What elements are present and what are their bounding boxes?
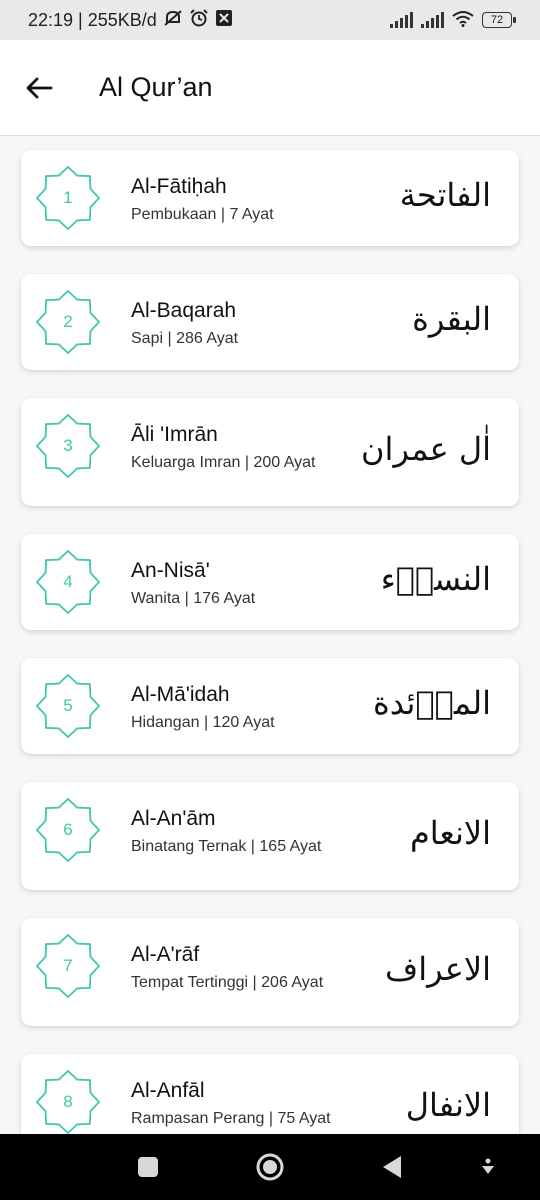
surah-name: Al-An'ām bbox=[131, 807, 216, 830]
surah-number: 8 bbox=[63, 1092, 73, 1111]
surah-text: An-Nisā' Wanita | 176 Ayat bbox=[131, 558, 331, 610]
surah-card[interactable]: 1 Al-Fātiḥah Pembukaan | 7 Ayat الفاتحة bbox=[21, 150, 519, 246]
surah-meta: Keluarga Imran | 200 Ayat bbox=[131, 454, 316, 471]
surah-name: Al-Baqarah bbox=[131, 299, 237, 322]
surah-text: Al-Anfāl Rampasan Perang | 75 Ayat bbox=[131, 1078, 331, 1130]
surah-arabic-name: الانفال bbox=[405, 1086, 491, 1124]
surah-text: Al-Mā'idah Hidangan | 120 Ayat bbox=[131, 682, 331, 734]
surah-number: 2 bbox=[63, 312, 73, 331]
surah-arabic-name: الاعراف bbox=[385, 950, 491, 988]
home-button[interactable] bbox=[255, 1152, 285, 1182]
signal-icon bbox=[421, 12, 444, 28]
surah-arabic-name: الماۤئدة bbox=[372, 684, 491, 722]
square-recents-icon bbox=[138, 1157, 158, 1177]
surah-number-badge: 2 bbox=[35, 289, 101, 355]
app-bar: Al Qur’an bbox=[0, 40, 540, 136]
surah-meta: Pembukaan | 7 Ayat bbox=[131, 206, 274, 223]
battery-icon: 72 bbox=[482, 12, 516, 28]
surah-text: Al-Baqarah Sapi | 286 Ayat bbox=[131, 298, 331, 350]
surah-arabic-name: الانعام bbox=[409, 814, 491, 852]
accessibility-icon bbox=[482, 1158, 494, 1174]
surah-name: Al-Fātiḥah bbox=[131, 175, 227, 198]
surah-number: 5 bbox=[63, 696, 73, 715]
surah-meta: Tempat Tertinggi | 206 Ayat bbox=[131, 974, 324, 991]
mute-bell-icon bbox=[163, 9, 183, 31]
surah-card[interactable]: 7 Al-A'rāf Tempat Tertinggi | 206 Ayat ا… bbox=[21, 918, 519, 1026]
status-left: 22:19 | 255KB/d bbox=[28, 9, 233, 31]
system-nav-bar bbox=[0, 1134, 540, 1200]
surah-text: Al-A'rāf Tempat Tertinggi | 206 Ayat bbox=[131, 942, 331, 994]
surah-number-badge: 8 bbox=[35, 1069, 101, 1134]
surah-arabic-name: النساۤء bbox=[380, 560, 491, 598]
surah-number: 7 bbox=[63, 956, 73, 975]
surah-name: An-Nisā' bbox=[131, 559, 210, 582]
box-x-icon bbox=[215, 9, 233, 31]
surah-number: 3 bbox=[63, 436, 73, 455]
back-nav-button[interactable] bbox=[380, 1152, 404, 1182]
surah-card[interactable]: 6 Al-An'ām Binatang Ternak | 165 Ayat ال… bbox=[21, 782, 519, 890]
surah-number-badge: 1 bbox=[35, 165, 101, 231]
surah-card[interactable]: 5 Al-Mā'idah Hidangan | 120 Ayat الماۤئد… bbox=[21, 658, 519, 754]
surah-text: Al-Fātiḥah Pembukaan | 7 Ayat bbox=[131, 174, 331, 226]
surah-card[interactable]: 2 Al-Baqarah Sapi | 286 Ayat البقرة bbox=[21, 274, 519, 370]
page-title: Al Qur’an bbox=[99, 72, 213, 102]
surah-number-badge: 3 bbox=[35, 413, 101, 479]
surah-number-badge: 4 bbox=[35, 549, 101, 615]
surah-name: Al-Mā'idah bbox=[131, 683, 230, 706]
surah-number-badge: 7 bbox=[35, 933, 101, 999]
surah-card[interactable]: 4 An-Nisā' Wanita | 176 Ayat النساۤء bbox=[21, 534, 519, 630]
surah-arabic-name: اٰل عمران bbox=[361, 430, 491, 468]
surah-number-badge: 6 bbox=[35, 797, 101, 863]
surah-number: 1 bbox=[63, 188, 73, 207]
recents-button[interactable] bbox=[136, 1152, 160, 1182]
alarm-icon bbox=[189, 9, 209, 31]
surah-number-badge: 5 bbox=[35, 673, 101, 739]
surah-meta: Rampasan Perang | 75 Ayat bbox=[131, 1110, 331, 1127]
arrow-left-icon bbox=[26, 77, 53, 98]
surah-name: Āli 'Imrān bbox=[131, 423, 218, 446]
status-time: 22:19 | 255KB/d bbox=[28, 9, 157, 30]
surah-text: Al-An'ām Binatang Ternak | 165 Ayat bbox=[131, 806, 331, 858]
surah-card[interactable]: 8 Al-Anfāl Rampasan Perang | 75 Ayat الا… bbox=[21, 1054, 519, 1134]
surah-list[interactable]: 1 Al-Fātiḥah Pembukaan | 7 Ayat الفاتحة … bbox=[0, 137, 540, 1134]
accessibility-button[interactable] bbox=[478, 1152, 498, 1182]
surah-name: Al-Anfāl bbox=[131, 1079, 205, 1102]
surah-number: 4 bbox=[63, 572, 73, 591]
circle-home-icon bbox=[256, 1153, 284, 1181]
wifi-icon bbox=[452, 10, 474, 31]
battery-level: 72 bbox=[490, 14, 504, 26]
triangle-back-icon bbox=[383, 1156, 401, 1178]
back-button[interactable] bbox=[13, 62, 65, 114]
status-bar: 22:19 | 255KB/d 72 bbox=[0, 0, 540, 40]
surah-number: 6 bbox=[63, 820, 73, 839]
surah-meta: Wanita | 176 Ayat bbox=[131, 590, 256, 607]
surah-meta: Binatang Ternak | 165 Ayat bbox=[131, 838, 322, 855]
surah-meta: Hidangan | 120 Ayat bbox=[131, 714, 275, 731]
surah-arabic-name: الفاتحة bbox=[399, 176, 491, 214]
surah-meta: Sapi | 286 Ayat bbox=[131, 330, 239, 347]
surah-name: Al-A'rāf bbox=[131, 943, 200, 966]
surah-arabic-name: البقرة bbox=[412, 300, 491, 338]
status-right: 72 bbox=[390, 10, 516, 31]
surah-card[interactable]: 3 Āli 'Imrān Keluarga Imran | 200 Ayat ا… bbox=[21, 398, 519, 506]
surah-text: Āli 'Imrān Keluarga Imran | 200 Ayat bbox=[131, 422, 331, 474]
signal-icon bbox=[390, 12, 413, 28]
